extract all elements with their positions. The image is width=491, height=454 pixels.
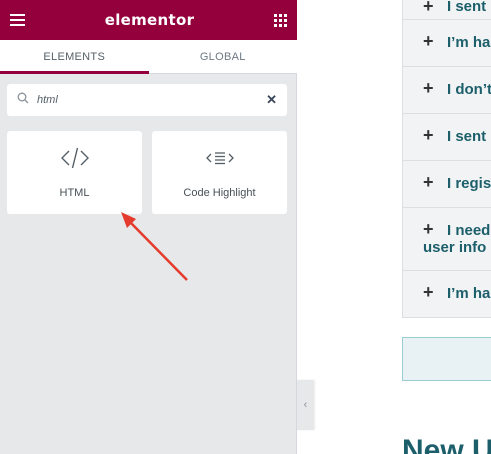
faq-item[interactable]: + I’m ha <box>403 271 491 318</box>
faq-accordion: + I sent + I’m ha + I don’t + I sent + I… <box>402 0 491 318</box>
chevron-left-icon: ‹ <box>303 399 308 411</box>
plus-icon: + <box>423 78 434 98</box>
plus-icon: + <box>423 125 434 145</box>
plus-icon: + <box>423 0 434 16</box>
plus-icon: + <box>423 172 434 192</box>
plus-icon: + <box>423 219 434 239</box>
plus-icon: + <box>423 282 434 302</box>
cta-box[interactable] <box>402 337 491 381</box>
annotation-arrow <box>121 212 188 281</box>
section-heading: New U <box>402 434 491 454</box>
faq-item[interactable]: + I sent <box>403 114 491 161</box>
faq-item[interactable]: + I need user info <box>403 208 491 271</box>
plus-icon: + <box>423 31 434 51</box>
faq-item[interactable]: + I regis <box>403 161 491 208</box>
editor-panel: elementor ELEMENTS GLOBAL ✕ HTML Code Hi… <box>0 0 297 454</box>
collapse-panel-button[interactable]: ‹ <box>297 380 314 430</box>
faq-item[interactable]: + I don’t <box>403 67 491 114</box>
faq-item[interactable]: + I sent <box>403 0 491 20</box>
faq-item[interactable]: + I’m ha <box>403 20 491 67</box>
page-preview: + I sent + I’m ha + I don’t + I sent + I… <box>314 0 491 454</box>
